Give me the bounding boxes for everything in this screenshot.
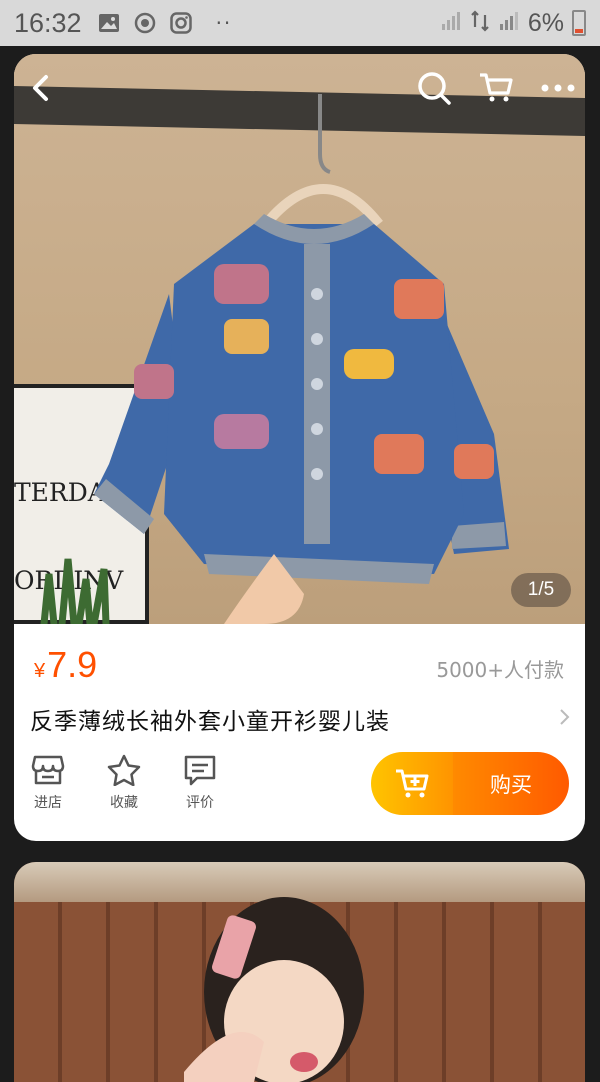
status-bar: 16:32 ·· 6% (0, 0, 600, 46)
add-to-cart-button[interactable] (371, 752, 453, 815)
cardigan-image (94, 94, 509, 624)
signal-icon (440, 10, 462, 36)
star-icon (107, 754, 141, 786)
chevron-right-icon (558, 708, 570, 730)
notification-dots: ·· (215, 11, 233, 35)
review-icon (184, 755, 216, 786)
sold-count: 5000+人付款 (436, 658, 564, 682)
favorite-button[interactable]: 收藏 (100, 754, 148, 812)
title-row[interactable]: 反季薄绒长袖外套小童开衫婴儿装 (30, 702, 570, 736)
product-card: TERDAY ORDINV 1/5 ¥ 7.9 5000+人付款 反季薄绒长袖外… (14, 54, 585, 841)
purchase-group: 购买 (371, 752, 569, 815)
image-pager: 1/5 (511, 573, 571, 607)
store-label: 进店 (34, 795, 62, 811)
add-cart-icon (396, 769, 429, 797)
next-product-card[interactable] (14, 862, 585, 1082)
currency-symbol: ¥ (34, 660, 46, 682)
favorite-label: 收藏 (110, 795, 138, 811)
data-transfer-icon (470, 9, 490, 37)
more-dots-icon (541, 84, 575, 92)
store-button[interactable]: 进店 (24, 754, 72, 812)
review-label: 评价 (186, 795, 214, 811)
product-photo[interactable]: TERDAY ORDINV 1/5 (14, 54, 585, 624)
gallery-icon (96, 10, 122, 36)
search-button[interactable] (412, 66, 456, 110)
more-button[interactable] (536, 66, 580, 110)
buy-now-button[interactable]: 购买 (453, 752, 569, 815)
product-title: 反季薄绒长袖外套小童开衫婴儿装 (30, 709, 390, 735)
battery-icon (572, 10, 586, 36)
instagram-icon (168, 10, 194, 36)
search-icon (418, 72, 451, 105)
child-photo (184, 897, 364, 1082)
store-icon (31, 755, 65, 785)
review-button[interactable]: 评价 (176, 754, 224, 812)
chevron-left-icon (33, 75, 48, 101)
action-bar: 进店 收藏 评价 (24, 754, 224, 812)
status-time: 16:32 (14, 7, 82, 38)
price: 7.9 (47, 644, 98, 685)
signal-icon-2 (498, 10, 520, 36)
price-row: ¥ 7.9 5000+人付款 (34, 644, 564, 686)
battery-percent: 6% (527, 8, 564, 37)
sync-icon (132, 10, 158, 36)
cart-button[interactable] (474, 66, 518, 110)
cart-icon (480, 73, 513, 102)
back-button[interactable] (18, 66, 62, 110)
